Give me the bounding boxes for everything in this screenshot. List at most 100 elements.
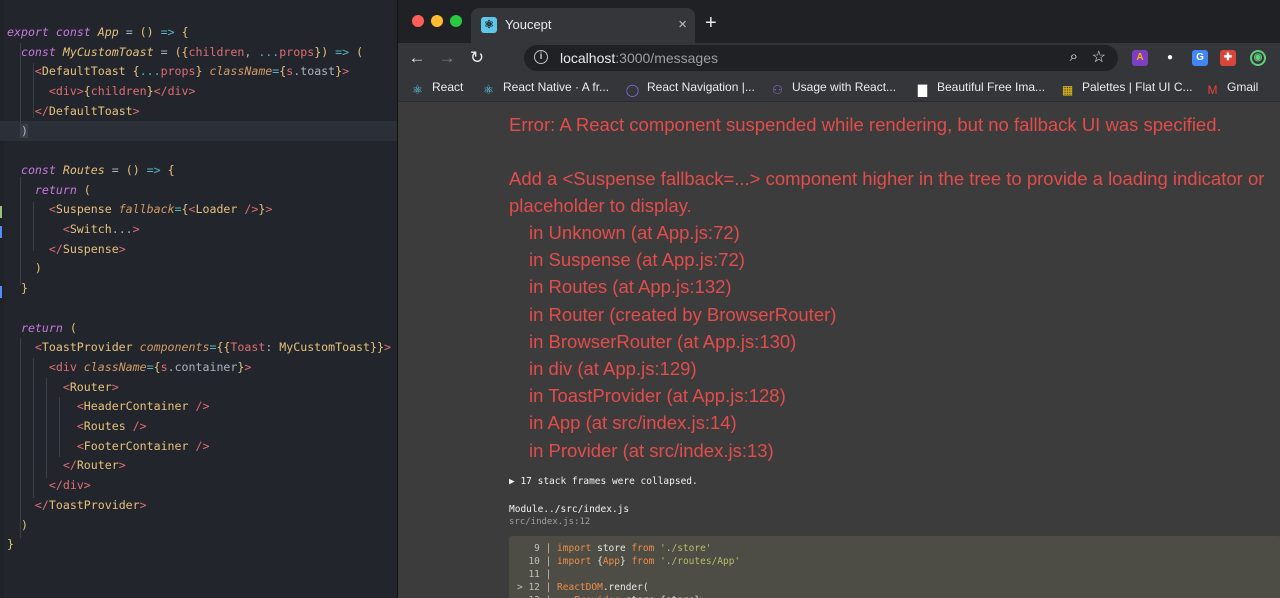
puzzle-extension-icon[interactable]: ✚: [1220, 50, 1236, 66]
indent-guide: [20, 338, 21, 538]
address-bar[interactable]: i localhost:3000/messages ⌕ ☆: [524, 45, 1118, 71]
code-line[interactable]: </div>: [0, 475, 397, 495]
bookmark-item[interactable]: ▇ Beautiful Free Ima...: [915, 79, 1045, 97]
tab-title: Youcept: [505, 17, 552, 32]
gmail-icon: M: [1207, 83, 1218, 97]
code-line[interactable]: [0, 298, 397, 318]
bookmarks-bar: ⚛ React ⚛ React Native · A fr... ◯ React Navi…: [398, 73, 1280, 102]
code-line[interactable]: </Router>: [0, 455, 397, 475]
bookmark-star-icon[interactable]: ☆: [1092, 47, 1106, 67]
code-line[interactable]: return (: [0, 318, 397, 338]
code-line[interactable]: [0, 140, 397, 160]
tab-close-icon[interactable]: ×: [678, 15, 687, 35]
code-line[interactable]: <Suspense fallback={<Loader />}>: [0, 199, 397, 219]
git-change-marker: [0, 226, 2, 238]
bookmark-item[interactable]: ⚛ React: [410, 79, 463, 97]
stack-frame: in Suspense (at App.js:72): [529, 249, 745, 271]
browser-window: ⚛ Youcept × + ← → ↻ i localhost:3000/mes…: [397, 0, 1280, 598]
redux-icon: ⚇: [772, 83, 783, 97]
code-line[interactable]: <DefaultToast {...props} className={s.to…: [0, 61, 397, 81]
snippet-line: 13 | <Provider store={store}>: [517, 594, 705, 598]
browser-toolbar: ← → ↻ i localhost:3000/messages ⌕ ☆ A ● …: [398, 43, 1280, 73]
error-hint: Add a <Suspense fallback=...> component …: [509, 168, 1265, 189]
bookmark-item[interactable]: ⚇ Usage with React...: [770, 79, 896, 97]
close-window-button[interactable]: [412, 15, 424, 27]
module-location[interactable]: src/index.js:12: [509, 517, 590, 527]
error-hint-continued: placeholder to display.: [509, 195, 692, 216]
code-line[interactable]: const MyCustomToast = ({children, ...pro…: [0, 42, 397, 62]
code-line[interactable]: export const App = () => {: [0, 22, 397, 42]
bookmark-label: React: [432, 80, 464, 94]
stack-frame: in App (at src/index.js:14): [529, 412, 737, 434]
react-icon: ⚛: [412, 83, 423, 97]
translate-extension-icon[interactable]: G: [1192, 50, 1208, 66]
minimize-window-button[interactable]: [431, 15, 443, 27]
back-button[interactable]: ←: [406, 47, 428, 69]
bookmark-label: Beautiful Free Ima...: [937, 80, 1046, 94]
angular-extension-icon[interactable]: A: [1132, 50, 1148, 66]
code-line[interactable]: <div className={s.container}>: [0, 357, 397, 377]
bookmark-label: Usage with React...: [792, 80, 897, 94]
indent-guide: [33, 63, 34, 118]
module-name: Module../src/index.js: [509, 504, 630, 515]
code-line[interactable]: </DefaultToast>: [0, 101, 397, 121]
code-line[interactable]: return (: [0, 180, 397, 200]
snippet-line: 10 | import {App} from './routes/App': [517, 556, 741, 567]
react-icon: ⚛: [483, 83, 494, 97]
stack-frame: in Router (created by BrowserRouter): [529, 303, 837, 325]
indent-guide: [46, 378, 47, 478]
bookmark-label: Gmail: [1227, 80, 1259, 94]
git-change-marker: [0, 286, 2, 298]
bookmark-item[interactable]: ⚛ React Native · A fr...: [481, 79, 609, 97]
stack-frame: in BrowserRouter (at App.js:130): [529, 330, 797, 352]
code-editor[interactable]: export const App = () => { const MyCusto…: [0, 0, 397, 598]
code-line[interactable]: }: [0, 534, 397, 554]
indent-guide: [59, 397, 60, 457]
stack-frame: in div (at App.js:129): [529, 358, 697, 379]
forward-button[interactable]: →: [436, 47, 458, 69]
stack-frame: in ToastProvider (at App.js:128): [529, 385, 786, 407]
site-info-icon[interactable]: i: [534, 50, 548, 64]
new-tab-button[interactable]: +: [705, 12, 717, 34]
code-line[interactable]: ): [0, 515, 397, 535]
error-title: Error: A React component suspended while…: [509, 114, 1222, 135]
bookmark-item[interactable]: ◯ React Navigation |...: [625, 79, 755, 97]
url-text[interactable]: localhost:3000/messages: [560, 50, 718, 66]
snippet-line: 11 |: [517, 569, 558, 580]
snippet-line: > 12 | ReactDOM.render(: [517, 582, 649, 593]
react-navigation-icon: ◯: [625, 83, 640, 97]
bookmark-item[interactable]: M Gmail: [1205, 79, 1259, 97]
reload-button[interactable]: ↻: [466, 47, 488, 69]
code-snippet: 9 | import store from './store' 10 | imp…: [509, 536, 1280, 598]
vpn-extension-icon[interactable]: ◉: [1250, 50, 1266, 66]
stack-frame: in Provider (at src/index.js:13): [529, 439, 774, 461]
react-favicon-icon: ⚛: [481, 17, 497, 33]
code-line[interactable]: const Routes = () => {: [0, 160, 397, 180]
code-line[interactable]: ): [0, 258, 397, 278]
flatui-icon: ▦: [1061, 83, 1074, 97]
indent-guide: [20, 43, 21, 138]
code-line[interactable]: <Router>: [0, 377, 397, 397]
search-icon[interactable]: ⌕: [1070, 48, 1078, 65]
code-line[interactable]: <ToastProvider components={{Toast: MyCus…: [0, 337, 397, 357]
incognito-extension-icon[interactable]: ●: [1162, 50, 1178, 66]
bookmark-label: Palettes | Flat UI C...: [1082, 80, 1193, 94]
maximize-window-button[interactable]: [450, 15, 462, 27]
collapsed-frames-toggle[interactable]: ▶ 17 stack frames were collapsed.: [509, 476, 698, 487]
code-line[interactable]: </Suspense>: [0, 239, 397, 259]
code-line[interactable]: }: [0, 278, 397, 298]
tab-strip: ⚛ Youcept × +: [398, 0, 1280, 43]
code-line[interactable]: <Switch...>: [0, 219, 397, 239]
code-line[interactable]: </ToastProvider>: [0, 495, 397, 515]
stack-frame: in Routes (at App.js:132): [529, 276, 732, 298]
unsplash-icon: ▇: [917, 83, 928, 97]
code-line[interactable]: ): [0, 121, 397, 141]
snippet-line: 9 | import store from './store': [517, 543, 712, 554]
code-line[interactable]: <div>{children}</div>: [0, 81, 397, 101]
indent-guide: [33, 202, 34, 251]
bookmark-item[interactable]: ▦ Palettes | Flat UI C...: [1060, 79, 1193, 97]
indent-guide: [33, 358, 34, 498]
bookmark-label: React Native · A fr...: [503, 80, 610, 94]
browser-tab[interactable]: ⚛ Youcept ×: [471, 8, 695, 43]
indent-guide: [20, 177, 21, 285]
